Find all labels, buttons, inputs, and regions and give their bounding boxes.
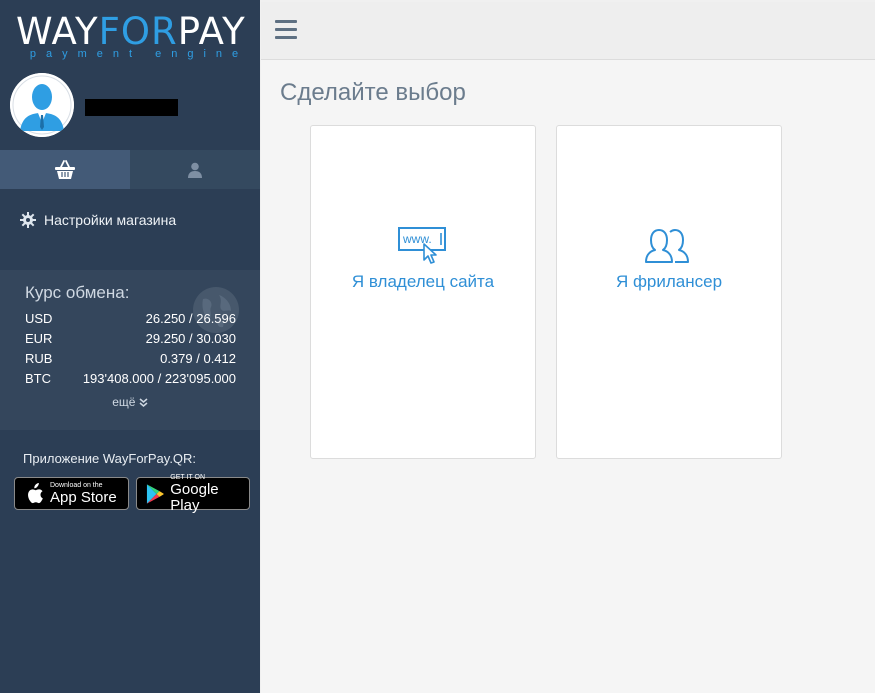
rate-value: 0.379 / 0.412 xyxy=(160,351,236,366)
app-store-big-label: App Store xyxy=(50,488,117,506)
user-name-redacted xyxy=(85,99,178,116)
rate-row-btc: BTC 193'408.000 / 223'095.000 xyxy=(25,371,236,391)
google-play-button[interactable]: GET IT ON Google Play xyxy=(136,474,250,513)
user-icon xyxy=(188,162,202,178)
main-content: Сделайте выбор www. Я владелец сайта Я ф… xyxy=(261,60,875,693)
sidebar: WAYFORPAY payment engine Настройки магаз… xyxy=(0,0,260,693)
rate-value: 26.250 / 26.596 xyxy=(145,311,236,326)
choice-card-label: Я фрилансер xyxy=(615,272,723,291)
apple-icon xyxy=(28,482,43,503)
google-play-big-label: Google Play xyxy=(170,480,219,514)
double-chevron-down-icon xyxy=(139,398,148,408)
choice-card-site-owner[interactable]: www. Я владелец сайта xyxy=(310,125,536,459)
tab-shop[interactable] xyxy=(0,150,130,189)
users-icon xyxy=(557,226,781,266)
hamburger-menu-icon[interactable] xyxy=(275,20,297,40)
choice-card-freelancer[interactable]: Я фрилансер xyxy=(556,125,782,459)
rate-currency: EUR xyxy=(25,331,53,346)
basket-icon xyxy=(55,159,75,179)
exchange-rates-title: Курс обмена: xyxy=(25,283,130,302)
rate-currency: BTC xyxy=(25,371,51,386)
rate-currency: RUB xyxy=(25,351,53,366)
avatar[interactable] xyxy=(10,73,74,137)
rate-currency: USD xyxy=(25,311,53,326)
gear-icon xyxy=(20,212,36,228)
app-promo-title: Приложение WayForPay.QR: xyxy=(23,451,197,466)
user-avatar-icon xyxy=(10,73,74,137)
app-store-button[interactable]: Download on the App Store xyxy=(14,477,129,510)
rate-value: 29.250 / 30.030 xyxy=(145,331,236,346)
rate-row-eur: EUR 29.250 / 30.030 xyxy=(25,331,236,351)
logo-text: WAYFORPAY xyxy=(16,10,246,53)
top-bar xyxy=(261,2,875,60)
choice-card-label: Я владелец сайта xyxy=(351,272,495,291)
rate-row-rub: RUB 0.379 / 0.412 xyxy=(25,351,236,371)
profile xyxy=(0,68,260,150)
page-title: Сделайте выбор xyxy=(280,79,466,106)
more-rates-label: ещё xyxy=(112,395,136,409)
logo-subtitle: payment engine xyxy=(29,48,249,60)
rate-row-usd: USD 26.250 / 26.596 xyxy=(25,311,236,331)
menu-item-shop-settings[interactable]: Настройки магазина xyxy=(20,212,176,228)
exchange-rates-panel: Курс обмена: USD 26.250 / 26.596 EUR 29.… xyxy=(0,270,260,430)
more-rates-link[interactable]: ещё xyxy=(0,395,260,409)
website-icon-text: www. xyxy=(402,232,432,246)
google-play-icon xyxy=(146,483,164,504)
website-icon: www. xyxy=(311,226,535,266)
menu-item-label: Настройки магазина xyxy=(44,212,177,228)
rate-value: 193'408.000 / 223'095.000 xyxy=(82,371,236,386)
logo[interactable]: WAYFORPAY payment engine xyxy=(0,0,260,68)
tab-profile[interactable] xyxy=(130,150,260,189)
sidebar-tabs xyxy=(0,150,260,189)
